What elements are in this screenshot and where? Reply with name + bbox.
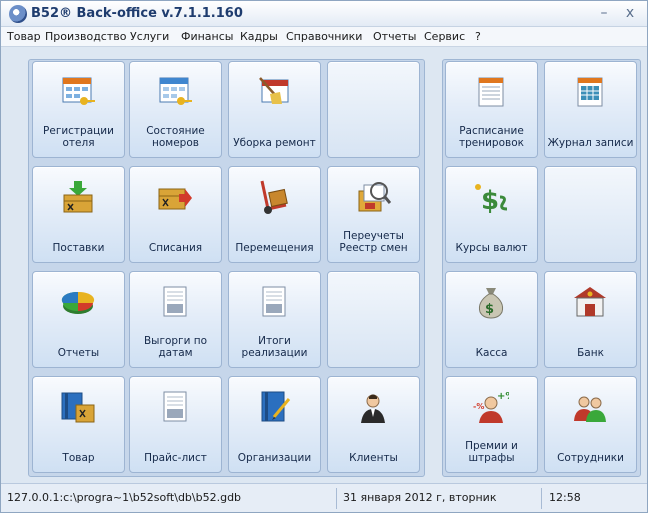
menu-bar: Товар Производство Услуги Финансы Кадры … xyxy=(1,27,647,47)
tile-bonuses[interactable]: -% +% Премии и штрафы xyxy=(445,376,538,473)
notebook-icon xyxy=(261,391,291,422)
hotel-registration-icon xyxy=(62,77,95,105)
menu-item-production[interactable]: Производство xyxy=(45,30,126,43)
tile-transfers[interactable]: Перемещения xyxy=(228,166,321,263)
tile-recounts[interactable]: Переучеты Реестр смен xyxy=(327,166,420,263)
status-date: 31 января 2012 г, вторник xyxy=(343,491,497,504)
tile-label: Переучеты Реестр смен xyxy=(339,230,408,254)
cash-register-icon xyxy=(262,286,286,317)
tile-sales-by-date[interactable]: Выгорги по датам xyxy=(129,271,222,368)
app-logo-icon xyxy=(9,5,27,23)
penalty-label: -% xyxy=(473,402,484,411)
tile-goods[interactable]: Товар xyxy=(32,376,125,473)
hand-truck-icon xyxy=(260,180,288,214)
tile-room-status[interactable]: Состояние номеров xyxy=(129,61,222,158)
cash-register-icon xyxy=(163,286,187,317)
menu-item-service[interactable]: Сервис xyxy=(424,30,465,43)
tile-price-list[interactable]: Прайс-лист xyxy=(129,376,222,473)
currency-icon: $ xyxy=(475,184,508,215)
tile-label: Организации xyxy=(237,452,312,464)
tile-training-schedule[interactable]: Расписание тренировок xyxy=(445,61,538,158)
tile-label: Сотрудники xyxy=(557,452,624,464)
tile-label: Поставки xyxy=(52,242,105,254)
tile-label: Премии и штрафы xyxy=(465,440,518,464)
tile-label: Отчеты xyxy=(57,347,100,359)
window-title: B52® Back-office v.7.1.1.160 xyxy=(31,6,243,21)
tile-label: Банк xyxy=(577,347,604,359)
inventory-icon xyxy=(358,182,391,212)
price-list-icon xyxy=(163,391,187,422)
menu-item-goods[interactable]: Товар xyxy=(7,30,41,43)
tile-label: Итоги реализации xyxy=(241,335,308,359)
bonus-penalty-icon: -% +% xyxy=(473,391,509,423)
tile-label: Журнал записи xyxy=(547,137,634,149)
room-status-icon xyxy=(159,77,192,105)
schedule-icon xyxy=(478,77,504,107)
tile-label: Уборка ремонт xyxy=(233,137,316,149)
tile-organizations[interactable]: Организации xyxy=(228,376,321,473)
title-bar: B52® Back-office v.7.1.1.160 – x xyxy=(1,1,647,27)
svg-text:$: $ xyxy=(485,302,494,317)
minimize-button[interactable]: – xyxy=(593,4,615,22)
tile-writeoffs[interactable]: Списания xyxy=(129,166,222,263)
box-out-icon xyxy=(158,188,192,210)
tile-employees[interactable]: Сотрудники xyxy=(544,376,637,473)
tile-label: Списания xyxy=(148,242,203,254)
tile-sales-totals[interactable]: Итоги реализации xyxy=(228,271,321,368)
pie-chart-icon xyxy=(61,291,95,314)
tile-label: Касса xyxy=(475,347,508,359)
menu-item-finance[interactable]: Финансы xyxy=(181,30,233,43)
status-time: 12:58 xyxy=(549,491,581,504)
status-divider xyxy=(541,488,542,509)
menu-item-personnel[interactable]: Кадры xyxy=(240,30,278,43)
tile-hotel-registrations[interactable]: Регистрации отеля xyxy=(32,61,125,158)
tile-label: Перемещения xyxy=(235,242,314,254)
tile-label: Прайс-лист xyxy=(144,452,207,464)
tile-supplies[interactable]: Поставки xyxy=(32,166,125,263)
status-bar: 127.0.0.1:c:\progra~1\b52soft\db\b52.gdb… xyxy=(1,483,647,512)
journal-icon xyxy=(577,77,603,107)
people-icon xyxy=(574,396,606,422)
tile-label: Состояние номеров xyxy=(146,125,205,149)
book-goods-icon xyxy=(61,392,95,423)
tile-empty xyxy=(327,271,420,368)
tile-clients[interactable]: Клиенты xyxy=(327,376,420,473)
status-divider xyxy=(336,488,337,509)
launcher-panel: Регистрации отеля Состояние номеров Убор… xyxy=(1,47,647,483)
db-path: 127.0.0.1:c:\progra~1\b52soft\db\b52.gdb xyxy=(7,491,242,504)
menu-item-services[interactable]: Услуги xyxy=(130,30,169,43)
bonus-label: +% xyxy=(497,391,509,402)
tile-label: Курсы валют xyxy=(455,242,528,254)
tile-label: Товар xyxy=(62,452,95,464)
tile-empty xyxy=(327,61,420,158)
tile-label: Клиенты xyxy=(349,452,398,464)
tile-cash[interactable]: $ Касса xyxy=(445,271,538,368)
tile-label: Регистрации отеля xyxy=(43,125,114,149)
tile-empty xyxy=(544,166,637,263)
person-icon xyxy=(361,394,385,423)
menu-item-reports[interactable]: Отчеты xyxy=(373,30,416,43)
tile-bank[interactable]: Банк xyxy=(544,271,637,368)
currency-glyph: $ xyxy=(481,186,499,215)
main-window: B52® Back-office v.7.1.1.160 – x Товар П… xyxy=(0,0,648,513)
menu-item-directories[interactable]: Справочники xyxy=(286,30,362,43)
box-in-icon xyxy=(63,181,93,213)
tile-label: Расписание тренировок xyxy=(459,125,524,149)
tile-reports[interactable]: Отчеты xyxy=(32,271,125,368)
menu-item-help[interactable]: ? xyxy=(475,30,481,43)
tile-cleaning[interactable]: Уборка ремонт xyxy=(228,61,321,158)
money-bag-icon: $ xyxy=(478,288,504,319)
close-button[interactable]: x xyxy=(619,4,641,22)
tile-currency-rates[interactable]: $ Курсы валют xyxy=(445,166,538,263)
bank-icon xyxy=(574,287,606,317)
tile-label: Выгорги по датам xyxy=(143,335,208,359)
tile-booking-log[interactable]: Журнал записи xyxy=(544,61,637,158)
cleaning-broom-icon xyxy=(259,77,289,104)
